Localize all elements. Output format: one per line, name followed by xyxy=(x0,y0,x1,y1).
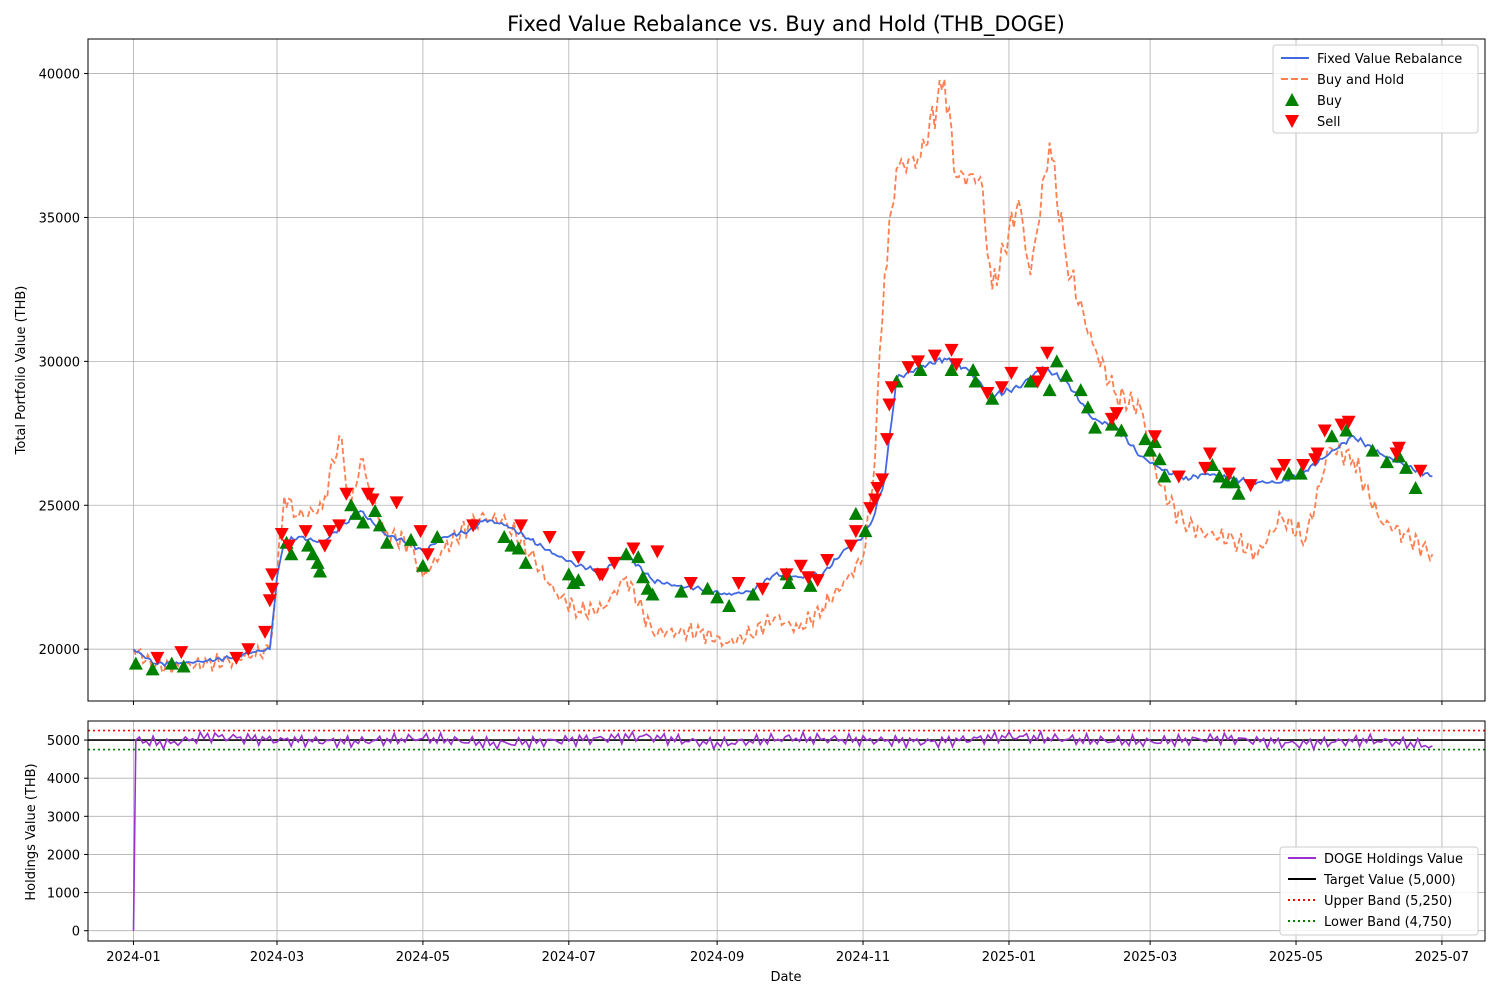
buy-marker xyxy=(1157,469,1172,483)
top-y-ticks: 20000 25000 30000 35000 40000 xyxy=(39,68,88,658)
top-y-tick-label: 20000 xyxy=(39,643,80,658)
buy-marker xyxy=(368,504,383,518)
x-tick-label: 2024-01 xyxy=(106,950,160,965)
legend-label-target: Target Value (5,000) xyxy=(1323,873,1456,888)
top-legend: Fixed Value Rebalance Buy and Hold Buy S… xyxy=(1272,44,1479,134)
buy-marker xyxy=(1379,455,1394,469)
sell-marker xyxy=(884,381,899,395)
legend-label-holdings: DOGE Holdings Value xyxy=(1324,852,1463,867)
bottom-series xyxy=(88,729,1485,931)
top-x-ticks xyxy=(132,701,1443,705)
sell-marker xyxy=(879,433,894,447)
sell-marker xyxy=(571,551,586,565)
bottom-y-tick-label: 3000 xyxy=(47,810,80,825)
bottom-y-tick-label: 0 xyxy=(72,925,80,940)
chart-canvas: 2000025000300003500040000 Fixed Value Re… xyxy=(14,12,1486,985)
buy-marker xyxy=(518,555,533,569)
buy-hold-line xyxy=(132,79,1434,675)
top-y-tick-label: 40000 xyxy=(39,68,80,83)
top-y-tick-label: 30000 xyxy=(39,355,80,370)
sell-marker xyxy=(650,545,665,559)
sell-marker xyxy=(389,496,404,510)
x-tick-label: 2025-05 xyxy=(1269,950,1323,965)
top-y-tick-label: 25000 xyxy=(39,499,80,514)
buy-marker xyxy=(700,581,715,595)
top-plot-frame xyxy=(87,38,1486,702)
legend-label-buy-hold: Buy and Hold xyxy=(1317,73,1404,88)
bottom-panel: 2024-01 2024-03 2024-05 2024-07 2024-09 2024-… xyxy=(24,720,1486,985)
buy-marker xyxy=(284,547,299,561)
x-axis-label: Date xyxy=(770,970,801,985)
holdings-line xyxy=(132,729,1433,931)
bottom-y-axis-label: Holdings Value (THB) xyxy=(24,763,39,900)
buy-marker xyxy=(430,529,445,543)
buy-marker xyxy=(1042,383,1057,397)
buy-marker xyxy=(722,599,737,613)
chart-title: Fixed Value Rebalance vs. Buy and Hold (… xyxy=(507,12,1065,37)
legend-label-upper: Upper Band (5,250) xyxy=(1324,894,1452,909)
sell-marker xyxy=(1269,467,1284,481)
x-tick-label: 2024-11 xyxy=(836,950,890,965)
sell-marker xyxy=(258,625,273,639)
buy-marker xyxy=(848,506,863,520)
bottom-y-tick-label: 5000 xyxy=(47,734,80,749)
sell-marker xyxy=(1202,447,1217,461)
sell-marker xyxy=(174,646,189,660)
top-grid xyxy=(88,39,1485,701)
buy-marker xyxy=(1231,486,1246,500)
bottom-y-ticks: 0 1000 2000 3000 4000 5000 xyxy=(47,734,88,940)
x-tick-label: 2025-01 xyxy=(982,950,1036,965)
buy-marker xyxy=(968,374,983,388)
sell-marker xyxy=(731,576,746,590)
x-tick-label: 2025-07 xyxy=(1415,950,1469,965)
top-series xyxy=(132,79,1434,675)
buy-marker xyxy=(403,532,418,546)
sell-marker xyxy=(1004,366,1019,380)
sell-marker xyxy=(844,539,859,553)
buy-marker xyxy=(1049,354,1064,368)
legend-label-lower: Lower Band (4,750) xyxy=(1324,915,1452,930)
sell-marker xyxy=(944,343,959,357)
sell-marker xyxy=(607,556,622,570)
sell-marker xyxy=(542,530,557,544)
bottom-grid xyxy=(88,721,1485,941)
sell-marker xyxy=(1243,479,1258,493)
buy-marker xyxy=(1080,400,1095,414)
bottom-y-tick-label: 4000 xyxy=(47,772,80,787)
legend-label-buy: Buy xyxy=(1317,94,1342,109)
legend-label-sell: Sell xyxy=(1317,115,1340,130)
sell-marker xyxy=(413,525,428,539)
buy-marker xyxy=(128,656,143,670)
sell-marker xyxy=(1040,346,1055,360)
buy-marker xyxy=(1408,481,1423,495)
buy-marker xyxy=(1073,383,1088,397)
x-tick-label: 2024-09 xyxy=(690,950,744,965)
top-markers xyxy=(128,343,1428,676)
bottom-y-tick-label: 2000 xyxy=(47,848,80,863)
bottom-y-tick-label: 1000 xyxy=(47,887,80,902)
x-tick-label: 2024-05 xyxy=(396,950,450,965)
buy-marker xyxy=(635,570,650,584)
x-tick-label: 2025-03 xyxy=(1123,950,1177,965)
sell-marker xyxy=(793,559,808,573)
figure: 20000 25000 30000 35000 40000 Fixed Value Re… xyxy=(0,0,1500,1000)
bottom-legend: DOGE Holdings Value Target Value (5,000)… xyxy=(1279,846,1479,936)
buy-marker xyxy=(746,587,761,601)
top-y-axis-label: Total Portfolio Value (THB) xyxy=(14,286,29,456)
bottom-x-ticks: 2024-01 2024-03 2024-05 2024-07 2024-09 2024-… xyxy=(106,941,1469,965)
x-tick-label: 2024-03 xyxy=(250,950,304,965)
top-y-tick-label: 35000 xyxy=(39,211,80,226)
buy-marker xyxy=(1059,368,1074,382)
x-tick-label: 2024-07 xyxy=(542,950,596,965)
sell-marker xyxy=(1171,470,1186,484)
bottom-plot-frame xyxy=(87,720,1486,942)
legend-label-rebalance: Fixed Value Rebalance xyxy=(1317,52,1462,67)
rebalance-line xyxy=(132,356,1433,668)
sell-marker xyxy=(755,582,770,596)
top-panel: 20000 25000 30000 35000 40000 Fixed Value Re… xyxy=(14,12,1486,705)
sell-marker xyxy=(317,539,332,553)
